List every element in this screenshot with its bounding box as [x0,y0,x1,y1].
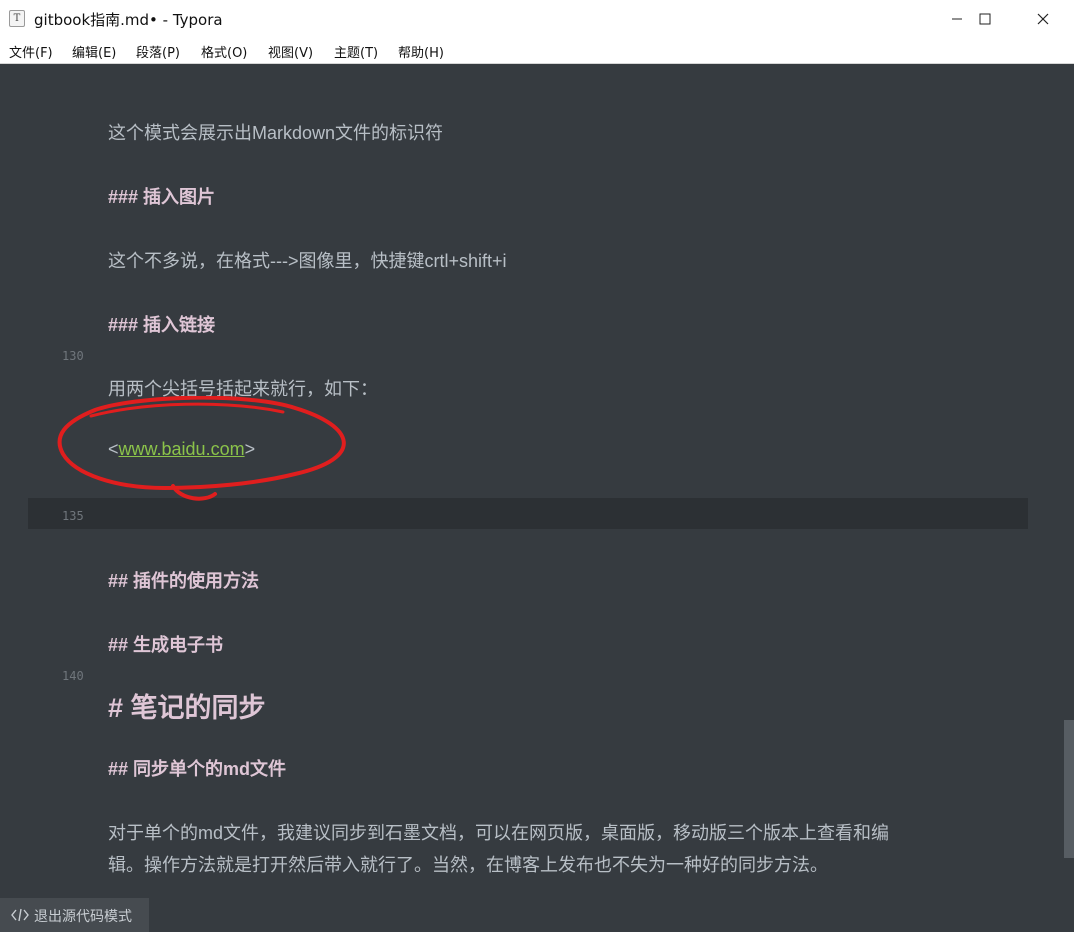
status-bar: 退出源代码模式 [0,898,1074,932]
typora-app-icon: T [9,10,25,27]
close-button[interactable] [1014,0,1072,38]
menu-bar: 文件(F) 编辑(E) 段落(P) 格式(O) 视图(V) 主题(T) 帮助(H… [0,38,1074,64]
menu-format[interactable]: 格式(O) [201,42,247,61]
source-mode-label: 退出源代码模式 [34,909,132,925]
heading-line[interactable]: ## 生成电子书 [108,631,223,657]
menu-file[interactable]: 文件(F) [9,42,53,61]
source-editor[interactable]: 这个模式会展示出Markdown文件的标识符 ### 插入图片 这个不多说，在格… [0,64,1074,898]
line-number: 130 [62,349,84,363]
scrollbar-thumb[interactable] [1064,720,1074,858]
menu-edit[interactable]: 编辑(E) [72,42,116,61]
text-line[interactable]: 对于单个的md文件，我建议同步到石墨文档，可以在网页版，桌面版，移动版三个版本上… [108,819,889,845]
menu-theme[interactable]: 主题(T) [334,42,378,61]
text-line[interactable]: 这个不多说，在格式--->图像里，快捷键crtl+shift+i [108,247,507,273]
line-number: 135 [62,509,84,523]
heading-line[interactable]: ### 插入链接 [108,311,215,337]
menu-view[interactable]: 视图(V) [268,42,313,61]
maximize-icon [979,13,991,25]
window-title: gitbook指南.md• - Typora [34,11,223,29]
line-number: 140 [62,669,84,683]
menu-paragraph[interactable]: 段落(P) [136,42,180,61]
red-circle-annotation [57,396,346,501]
text-line[interactable]: 辑。操作方法就是打开然后带入就行了。当然，在博客上发布也不失为一种好的同步方法。 [108,851,828,877]
heading-line[interactable]: ## 同步单个的md文件 [108,755,286,781]
menu-help[interactable]: 帮助(H) [398,42,444,61]
heading-line[interactable]: ### 插入图片 [108,183,215,209]
code-icon [11,908,29,922]
close-icon [1037,13,1049,25]
exit-source-mode-button[interactable]: 退出源代码模式 [0,898,149,932]
maximize-button[interactable] [956,0,1014,38]
heading-line[interactable]: ## 插件的使用方法 [108,567,259,593]
heading-line[interactable]: # 笔记的同步 [108,686,266,725]
text-line[interactable]: 这个模式会展示出Markdown文件的标识符 [108,119,443,145]
title-bar: T gitbook指南.md• - Typora [0,0,1074,38]
